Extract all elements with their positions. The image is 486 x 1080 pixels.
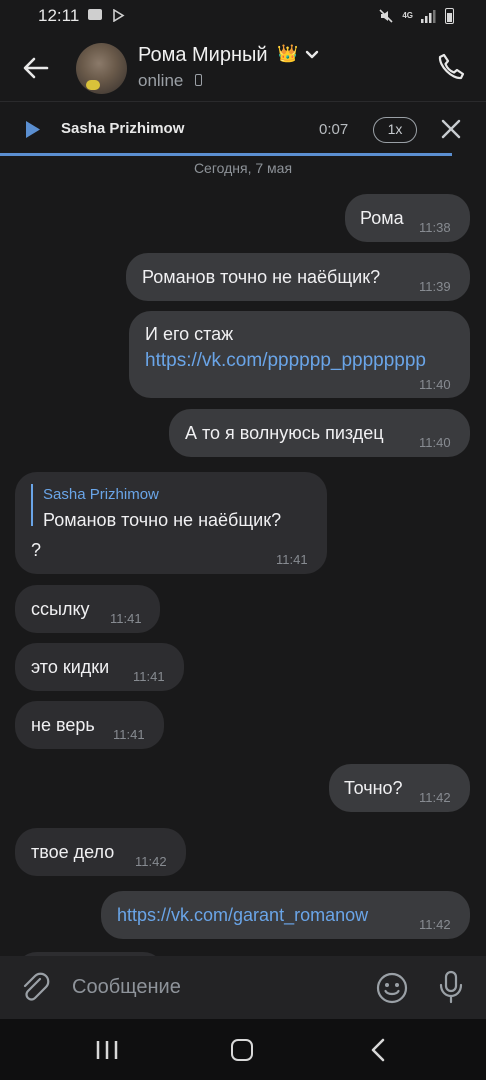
message-time: 11:41	[276, 552, 308, 567]
playback-speed-button[interactable]: 1x	[373, 117, 417, 143]
back-button[interactable]	[18, 50, 54, 86]
network-type: 4G	[402, 11, 413, 20]
audio-player: Sasha Prizhimow 0:07 1x	[0, 103, 486, 156]
message-time: 11:42	[419, 917, 451, 932]
home-icon[interactable]	[231, 1039, 253, 1061]
avatar[interactable]	[76, 43, 127, 94]
phone-call-icon	[438, 53, 465, 80]
reply-quote-bar	[31, 484, 33, 526]
chevron-down-icon[interactable]	[305, 50, 319, 60]
microphone-icon[interactable]	[437, 969, 465, 1005]
message-input[interactable]: Сообщение	[72, 976, 181, 999]
recents-icon[interactable]	[96, 1040, 118, 1060]
message-time: 11:41	[113, 727, 145, 742]
status-icons: 4G	[378, 7, 454, 25]
chat-header: Рома Мирный 👑 online	[0, 34, 486, 102]
close-icon[interactable]	[440, 118, 462, 140]
status-time: 12:11	[38, 6, 80, 25]
message-time: 11:40	[419, 435, 451, 450]
paperclip-icon[interactable]	[18, 970, 52, 1004]
contact-name[interactable]: Рома Мирный	[138, 44, 268, 67]
crown-icon: 👑	[277, 44, 299, 63]
reply-author[interactable]: Sasha Prizhimow	[43, 486, 159, 503]
message-text: Точно?	[344, 778, 403, 798]
message-text: не верь	[31, 715, 95, 735]
play-store-notification-icon	[113, 9, 125, 22]
youtube-notification-icon	[88, 9, 102, 20]
message-time: 11:41	[110, 611, 142, 626]
play-icon[interactable]	[24, 120, 42, 139]
message-time: 11:42	[135, 854, 167, 869]
system-navigation-bar	[0, 1019, 486, 1080]
battery-icon	[445, 8, 454, 24]
emoji-icon[interactable]	[375, 971, 409, 1005]
back-icon[interactable]	[370, 1038, 386, 1062]
message-text: Рома	[360, 208, 404, 228]
message-link[interactable]: https://vk.com/garant_romanow	[117, 905, 368, 926]
call-button[interactable]	[432, 48, 470, 86]
mobile-device-icon	[195, 74, 202, 86]
message-text: ссылку	[31, 599, 90, 619]
message-time: 11:42	[419, 790, 451, 805]
message-time: 11:40	[419, 377, 451, 392]
message-text: А то я волнуюсь пиздец	[185, 423, 384, 443]
track-time: 0:07	[319, 121, 349, 138]
message-time: 11:41	[133, 669, 165, 684]
status-bar: 12:11 4G	[0, 0, 486, 34]
message-text: твое дело	[31, 842, 115, 862]
message-text: ?	[31, 540, 42, 560]
date-separator: Сегодня, 7 мая	[193, 160, 293, 176]
reply-text[interactable]: Романов точно не наёбщик?	[43, 510, 281, 531]
message-time: 11:39	[419, 279, 451, 294]
message-link[interactable]: https://vk.com/pppppp_pppppppp	[145, 350, 426, 372]
back-arrow-icon	[23, 57, 49, 79]
message-text: Романов точно не наёбщик?	[142, 267, 381, 287]
message-time: 11:38	[419, 220, 451, 235]
mute-icon	[379, 9, 393, 23]
message-text: И его стаж	[145, 324, 234, 344]
signal-icon	[421, 10, 436, 23]
message-list[interactable]: Сегодня, 7 мая Рома 11:38 Романов точно …	[0, 156, 486, 956]
contact-status: online	[138, 71, 184, 90]
message-composer: Сообщение	[0, 956, 486, 1019]
track-name[interactable]: Sasha Prizhimow	[61, 120, 184, 137]
message-text: это кидки	[31, 657, 110, 677]
